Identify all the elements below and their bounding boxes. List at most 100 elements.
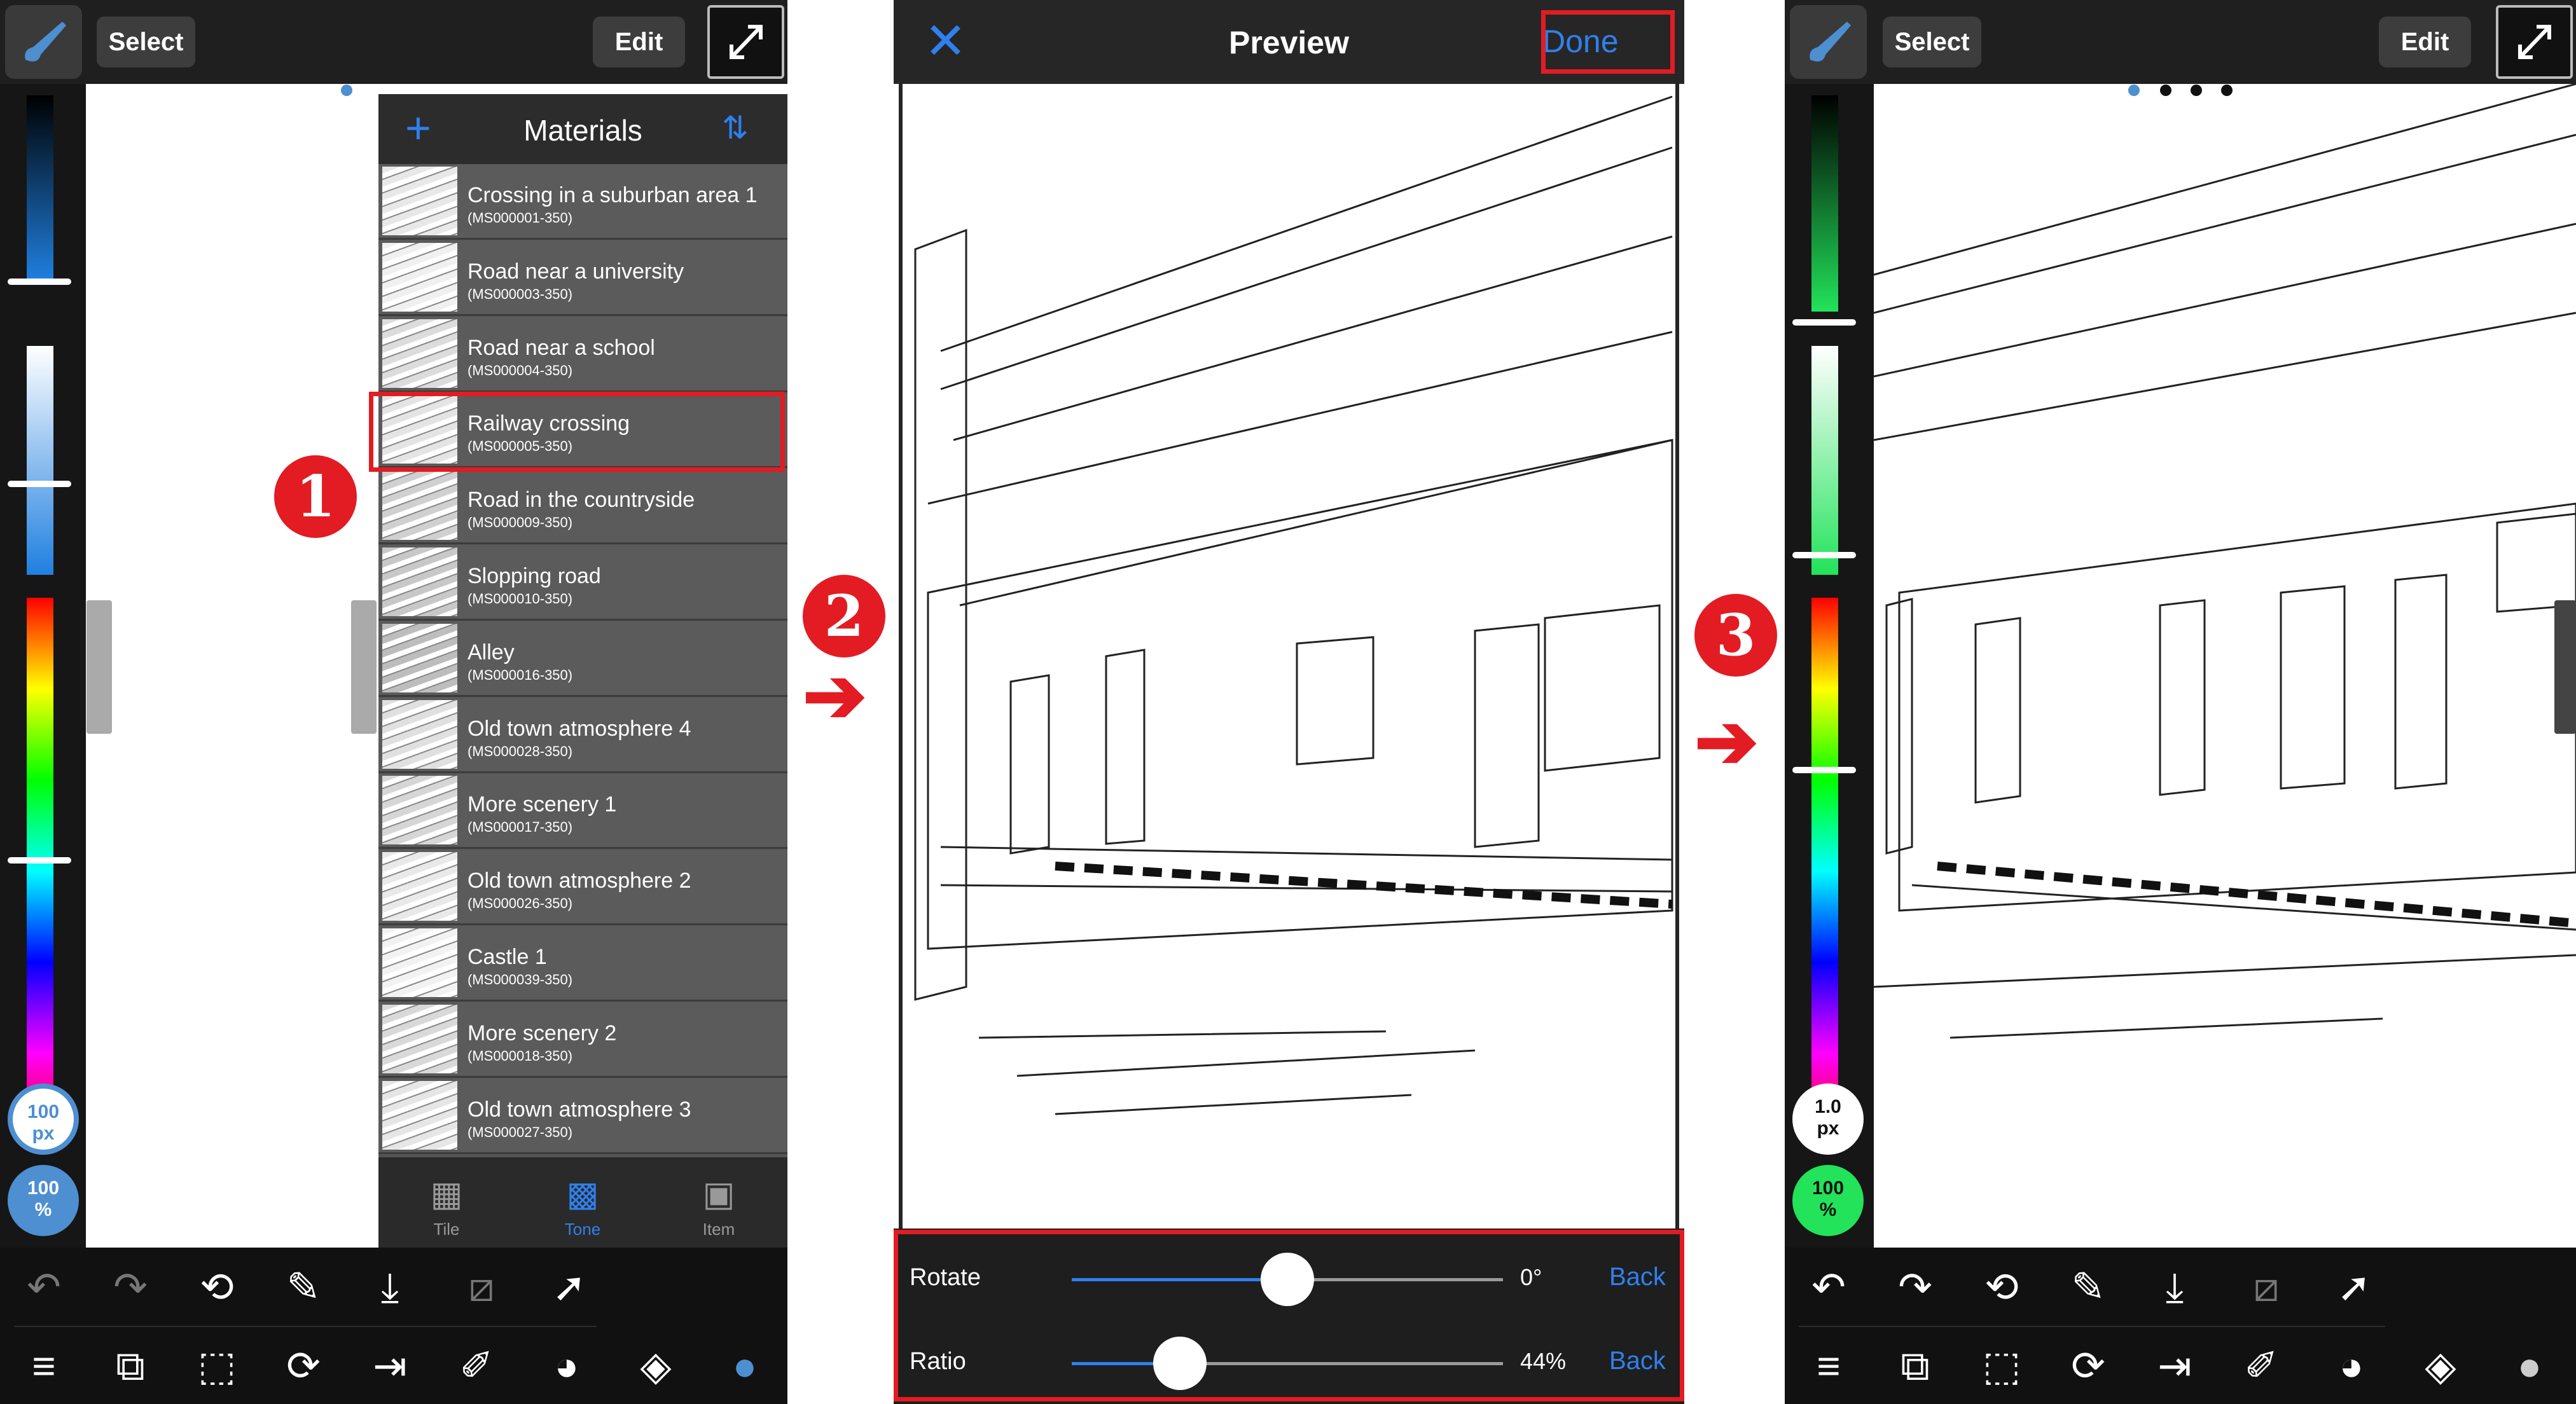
arrow-icon: ➔ [1694, 699, 1759, 784]
select-button[interactable]: Select [1883, 17, 1981, 67]
menu-icon[interactable]: ≡ [15, 1340, 73, 1391]
share-icon[interactable]: ➚ [2325, 1262, 2383, 1312]
palette-icon[interactable]: ◕ [538, 1340, 595, 1391]
list-item[interactable]: Road near a university (MS000003-350) [378, 240, 787, 316]
list-item[interactable]: Castle 1 (MS000039-350) [378, 926, 787, 1001]
preview-image[interactable] [899, 84, 1679, 1228]
sort-button[interactable]: ⇅ [722, 109, 749, 146]
rotate-icon[interactable]: ⟳ [2060, 1340, 2117, 1391]
opacity-button[interactable]: 100 % [1792, 1165, 1864, 1236]
brush-icon[interactable]: ✐ [2233, 1340, 2290, 1391]
list-item[interactable]: Road near a school (MS000004-350) [378, 316, 787, 392]
fullscreen-button[interactable] [2496, 5, 2573, 79]
materials-tabs: ▦ Tile ▩ Tone ▣ Item [378, 1157, 787, 1248]
transform-icon[interactable]: ⧄ [2238, 1262, 2295, 1312]
panel-handle[interactable] [2554, 600, 2576, 734]
top-bar: Select Edit [0, 0, 787, 84]
tone-icon: ▩ [566, 1175, 599, 1213]
edit-button[interactable]: Edit [593, 17, 685, 67]
undo-icon[interactable]: ↶ [15, 1262, 73, 1312]
list-item[interactable]: More scenery 1 (MS000017-350) [378, 773, 787, 850]
material-code: (MS000027-350) [467, 1124, 573, 1140]
list-item[interactable]: Road in the countryside (MS000009-350) [378, 469, 787, 545]
palette-icon[interactable]: ◕ [2323, 1340, 2380, 1391]
color-saturation-slider[interactable] [1811, 346, 1838, 575]
list-item[interactable]: Alley (MS000016-350) [378, 621, 787, 697]
brush-icon [1810, 22, 1851, 62]
list-item[interactable]: Old town atmosphere 4 (MS000028-350) [378, 697, 787, 773]
brush-tool-button[interactable] [5, 5, 82, 79]
lasso-icon[interactable]: ⟲ [188, 1262, 246, 1312]
panel-handle[interactable] [87, 600, 112, 734]
material-name: Slopping road [467, 564, 601, 588]
share-icon[interactable]: ➚ [541, 1262, 598, 1312]
tab-tone[interactable]: ▩ Tone [515, 1157, 651, 1248]
layers-copy-icon[interactable]: ⧉ [1887, 1340, 1944, 1391]
brush-size-button[interactable]: 1.0 px [1792, 1084, 1864, 1155]
brush-icon[interactable]: ✐ [448, 1340, 505, 1391]
color-value-slider[interactable] [1811, 95, 1838, 312]
tab-item[interactable]: ▣ Item [651, 1157, 787, 1248]
color-saturation-slider[interactable] [27, 346, 53, 575]
material-name: More scenery 1 [467, 792, 617, 817]
color-value-slider[interactable] [27, 95, 53, 280]
ruler-icon[interactable]: ⇥ [361, 1340, 419, 1391]
ruler-icon[interactable]: ⇥ [2146, 1340, 2203, 1391]
eyedropper-icon[interactable]: ✎ [275, 1262, 332, 1312]
layers-icon[interactable]: ◈ [627, 1340, 684, 1391]
transform-icon[interactable]: ⧄ [453, 1262, 510, 1312]
material-code: (MS000010-350) [467, 591, 573, 607]
highlight-done [1541, 10, 1675, 74]
eyedropper-icon[interactable]: ✎ [2060, 1262, 2117, 1312]
material-thumbnail [382, 699, 457, 769]
undo-icon[interactable]: ↶ [1800, 1262, 1857, 1312]
list-item[interactable]: Old town atmosphere 3 (MS000027-350) [378, 1078, 787, 1154]
slider-thumb[interactable] [8, 857, 71, 864]
page-dot[interactable] [2221, 85, 2233, 96]
chat-icon[interactable]: ● [716, 1340, 773, 1391]
material-code: (MS000028-350) [467, 743, 573, 759]
tab-label: Tile [433, 1220, 460, 1239]
hue-slider[interactable] [27, 598, 53, 1145]
list-item[interactable]: Old town atmosphere 2 (MS000026-350) [378, 850, 787, 926]
fullscreen-button[interactable] [707, 5, 784, 79]
lasso-icon[interactable]: ⟲ [1973, 1262, 2030, 1312]
material-name: Old town atmosphere 4 [467, 716, 691, 741]
page-dot[interactable] [2128, 85, 2140, 96]
canvas[interactable] [1873, 83, 2576, 1248]
opacity-button[interactable]: 100 % [8, 1165, 79, 1236]
slider-thumb[interactable] [1792, 552, 1856, 558]
selection-icon[interactable]: ⬚ [188, 1340, 246, 1391]
slider-thumb[interactable] [1792, 767, 1856, 773]
list-item[interactable]: Crossing in a suburban area 1 (MS000001-3… [378, 164, 787, 240]
import-icon[interactable]: ⤓ [361, 1262, 419, 1312]
slider-thumb[interactable] [1792, 319, 1856, 326]
panel-handle[interactable] [351, 600, 377, 734]
slider-thumb[interactable] [8, 279, 71, 285]
materials-header: + Materials ⇅ [378, 94, 787, 164]
import-icon[interactable]: ⤓ [2146, 1262, 2203, 1312]
brush-tool-button[interactable] [1790, 5, 1867, 79]
page-dot[interactable] [341, 85, 352, 96]
selection-icon[interactable]: ⬚ [1973, 1340, 2030, 1391]
menu-icon[interactable]: ≡ [1800, 1340, 1857, 1391]
layers-icon[interactable]: ◈ [2412, 1340, 2469, 1391]
edit-button[interactable]: Edit [2379, 17, 2471, 67]
rotate-icon[interactable]: ⟳ [275, 1340, 332, 1391]
material-code: (MS000003-350) [467, 286, 573, 302]
slider-thumb[interactable] [8, 481, 71, 487]
chat-icon[interactable]: ● [2501, 1340, 2558, 1391]
redo-icon[interactable]: ↷ [1887, 1262, 1944, 1312]
material-code: (MS000026-350) [467, 895, 573, 912]
tab-tile[interactable]: ▦ Tile [378, 1157, 515, 1248]
page-dot[interactable] [2191, 85, 2202, 96]
redo-icon[interactable]: ↷ [102, 1262, 159, 1312]
top-bar: Select Edit [1785, 0, 2576, 84]
hue-slider[interactable] [1811, 598, 1838, 1145]
select-button[interactable]: Select [97, 17, 195, 67]
list-item[interactable]: More scenery 2 (MS000018-350) [378, 1001, 787, 1078]
page-dot[interactable] [2160, 85, 2171, 96]
brush-size-button[interactable]: 100 px [8, 1084, 79, 1155]
layers-copy-icon[interactable]: ⧉ [102, 1340, 159, 1391]
list-item[interactable]: Slopping road (MS000010-350) [378, 545, 787, 621]
